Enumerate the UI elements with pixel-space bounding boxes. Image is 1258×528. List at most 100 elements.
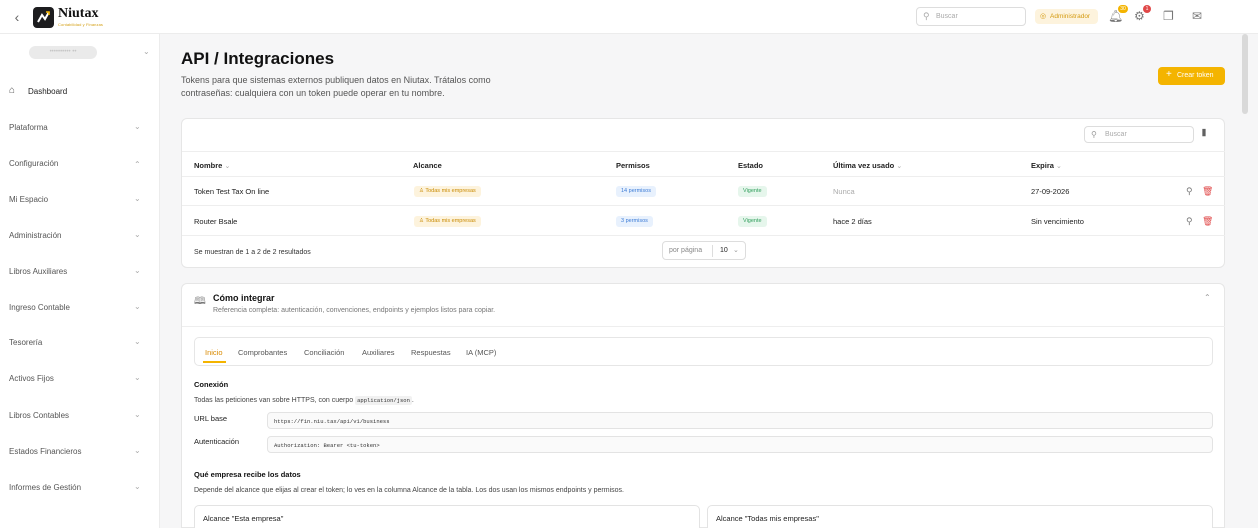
sidebar-item-estados-financieros[interactable]: Estados Financieros ⌄: [0, 442, 160, 460]
sidebar-item-informes-gestion[interactable]: Informes de Gestión ⌄: [0, 478, 160, 496]
sidebar-item-label: Administración: [9, 231, 62, 240]
last-used: hace 2 días: [833, 217, 872, 226]
auth-label: Autenticación: [194, 437, 240, 446]
integration-subtitle: Referencia completa: autenticación, conv…: [213, 307, 496, 314]
plus-icon: +: [1166, 69, 1172, 80]
scope-all-title: Alcance "Todas mis empresas": [716, 514, 819, 523]
column-header-estado: Estado: [738, 161, 764, 170]
chevron-down-icon[interactable]: ⌄: [143, 47, 150, 56]
sidebar-item-plataforma[interactable]: Plataforma ⌄: [0, 118, 160, 136]
sidebar-item-label: Libros Contables: [9, 411, 70, 420]
table-header: Nombre ⌄ Alcance Permisos Estado Última …: [182, 151, 1225, 177]
chevron-down-icon: ⌄: [134, 482, 141, 491]
columns-icon[interactable]: ⦀: [1202, 128, 1206, 139]
base-url-field[interactable]: https://fin.niu.tax/api/v1/business: [267, 412, 1213, 429]
sidebar-item-label: Activos Fijos: [9, 374, 54, 383]
search-icon: ⚲: [923, 11, 930, 21]
company-selector[interactable]: •••••••••• ••: [29, 46, 97, 59]
chevron-down-icon: ⌄: [134, 373, 141, 382]
tokens-table-card: ⚲ Buscar ⦀ Nombre ⌄ Alcance Permisos Est…: [181, 118, 1225, 268]
chevron-down-icon: ⌄: [134, 446, 141, 455]
scope-single-title: Alcance "Esta empresa": [203, 514, 284, 523]
column-header-alcance: Alcance: [413, 161, 442, 170]
table-search-input[interactable]: ⚲ Buscar: [1084, 126, 1194, 143]
token-name: Router Bsale: [194, 217, 238, 226]
permissions-badge[interactable]: 3 permisos: [616, 216, 653, 227]
sidebar-item-ingreso-contable[interactable]: Ingreso Contable ⌄: [0, 298, 160, 316]
per-page-divider: [712, 245, 713, 257]
documents-icon[interactable]: ❐: [1163, 10, 1174, 22]
delete-icon[interactable]: 🗑︎: [1202, 186, 1213, 197]
column-header-nombre[interactable]: Nombre ⌄: [194, 161, 230, 170]
connection-title: Conexión: [194, 380, 229, 389]
sidebar-item-mi-espacio[interactable]: Mi Espacio ⌄: [0, 190, 160, 208]
view-icon[interactable]: ⚲: [1186, 216, 1193, 227]
tasks-count: 1: [1143, 5, 1151, 13]
logo-icon[interactable]: [33, 7, 54, 28]
sidebar-item-dashboard[interactable]: ⌂ Dashboard: [0, 82, 160, 100]
divider: [182, 326, 1225, 327]
token-name: Token Test Tax On line: [194, 187, 270, 196]
tab-respuestas[interactable]: Respuestas: [411, 348, 451, 357]
tab-comprobantes[interactable]: Comprobantes: [238, 348, 287, 357]
integration-card: 🕮︎ Cómo integrar Referencia completa: au…: [181, 283, 1225, 528]
permissions-badge[interactable]: 14 permisos: [616, 186, 656, 197]
page-subtitle: Tokens para que sistemas externos publiq…: [181, 75, 491, 98]
book-icon: 🕮︎: [194, 296, 206, 307]
per-page-select[interactable]: por página 10 ⌄: [662, 241, 746, 260]
chevron-down-icon: ⌄: [134, 410, 141, 419]
tab-auxiliares[interactable]: Auxiliares: [362, 348, 395, 357]
sidebar-item-label: Plataforma: [9, 123, 48, 132]
tab-inicio[interactable]: Inicio: [205, 348, 223, 357]
sidebar-item-libros-contables[interactable]: Libros Contables ⌄: [0, 406, 160, 424]
sort-icon: ⌄: [1056, 163, 1062, 170]
search-icon: ⚲: [1091, 130, 1097, 139]
global-search-input[interactable]: ⚲ Buscar: [916, 7, 1026, 26]
page-scrollbar[interactable]: [1242, 34, 1248, 114]
sidebar-item-label: Libros Auxiliares: [9, 267, 68, 276]
base-url-label: URL base: [194, 414, 228, 423]
sidebar-item-libros-auxiliares[interactable]: Libros Auxiliares ⌄: [0, 262, 160, 280]
base-url-value: https://fin.niu.tax/api/v1/business: [274, 418, 390, 425]
global-search-placeholder: Buscar: [936, 13, 958, 20]
auth-header-value: Authorization: Bearer <tu-token>: [274, 442, 380, 449]
chevron-down-icon: ⌄: [134, 122, 141, 131]
chevron-down-icon: ⌄: [134, 194, 141, 203]
connection-text: Todas las peticiones van sobre HTTPS, co…: [194, 396, 414, 405]
back-icon[interactable]: ‹: [10, 9, 24, 25]
pagination-summary: Se muestran de 1 a 2 de 2 resultados: [194, 249, 311, 256]
content-type-code: application/json: [355, 396, 412, 405]
sidebar-item-administracion[interactable]: Administración ⌄: [0, 226, 160, 244]
sidebar: •••••••••• •• ⌄ ⌂ Dashboard Plataforma ⌄…: [0, 34, 160, 528]
sidebar-item-configuracion[interactable]: Configuración ⌃: [0, 154, 160, 172]
chevron-down-icon: ⌄: [134, 337, 141, 346]
sort-icon: ⌄: [896, 163, 903, 170]
chevron-down-icon: ⌄: [134, 266, 141, 275]
tab-ia-mcp[interactable]: IA (MCP): [466, 348, 496, 357]
role-badge[interactable]: ◎ Administrador: [1035, 9, 1098, 24]
mail-icon[interactable]: ✉︎: [1192, 10, 1202, 22]
tab-conciliacion[interactable]: Conciliación: [304, 348, 344, 357]
page-title: API / Integraciones: [181, 49, 335, 68]
delete-icon[interactable]: 🗑︎: [1202, 216, 1213, 227]
chevron-up-icon: ⌃: [134, 160, 141, 169]
sidebar-item-activos-fijos[interactable]: Activos Fijos ⌄: [0, 369, 160, 387]
column-header-permisos: Permisos: [616, 161, 650, 170]
status-badge: Vigente: [738, 216, 767, 227]
per-page-value: 10: [720, 247, 728, 254]
table-row[interactable]: Router Bsale ♙ Todas mis empresas 3 perm…: [182, 207, 1225, 236]
sidebar-item-tesoreria[interactable]: Tesorería ⌄: [0, 333, 160, 351]
chevron-up-icon[interactable]: ⌃: [1204, 293, 1211, 302]
create-token-button[interactable]: + Crear token: [1158, 67, 1225, 85]
column-header-expira[interactable]: Expira ⌄: [1031, 161, 1062, 170]
role-label: Administrador: [1050, 13, 1091, 20]
auth-header-field[interactable]: Authorization: Bearer <tu-token>: [267, 436, 1213, 453]
sort-icon: ⌄: [224, 163, 231, 170]
table-row[interactable]: Token Test Tax On line ♙ Todas mis empre…: [182, 177, 1225, 206]
column-header-ultima-vez-usado[interactable]: Última vez usado ⌄: [833, 161, 902, 170]
integration-title[interactable]: Cómo integrar: [213, 293, 275, 303]
chevron-down-icon: ⌄: [134, 230, 141, 239]
view-icon[interactable]: ⚲: [1186, 186, 1193, 197]
sidebar-item-label: Informes de Gestión: [9, 483, 82, 492]
last-used: Nunca: [833, 187, 855, 196]
